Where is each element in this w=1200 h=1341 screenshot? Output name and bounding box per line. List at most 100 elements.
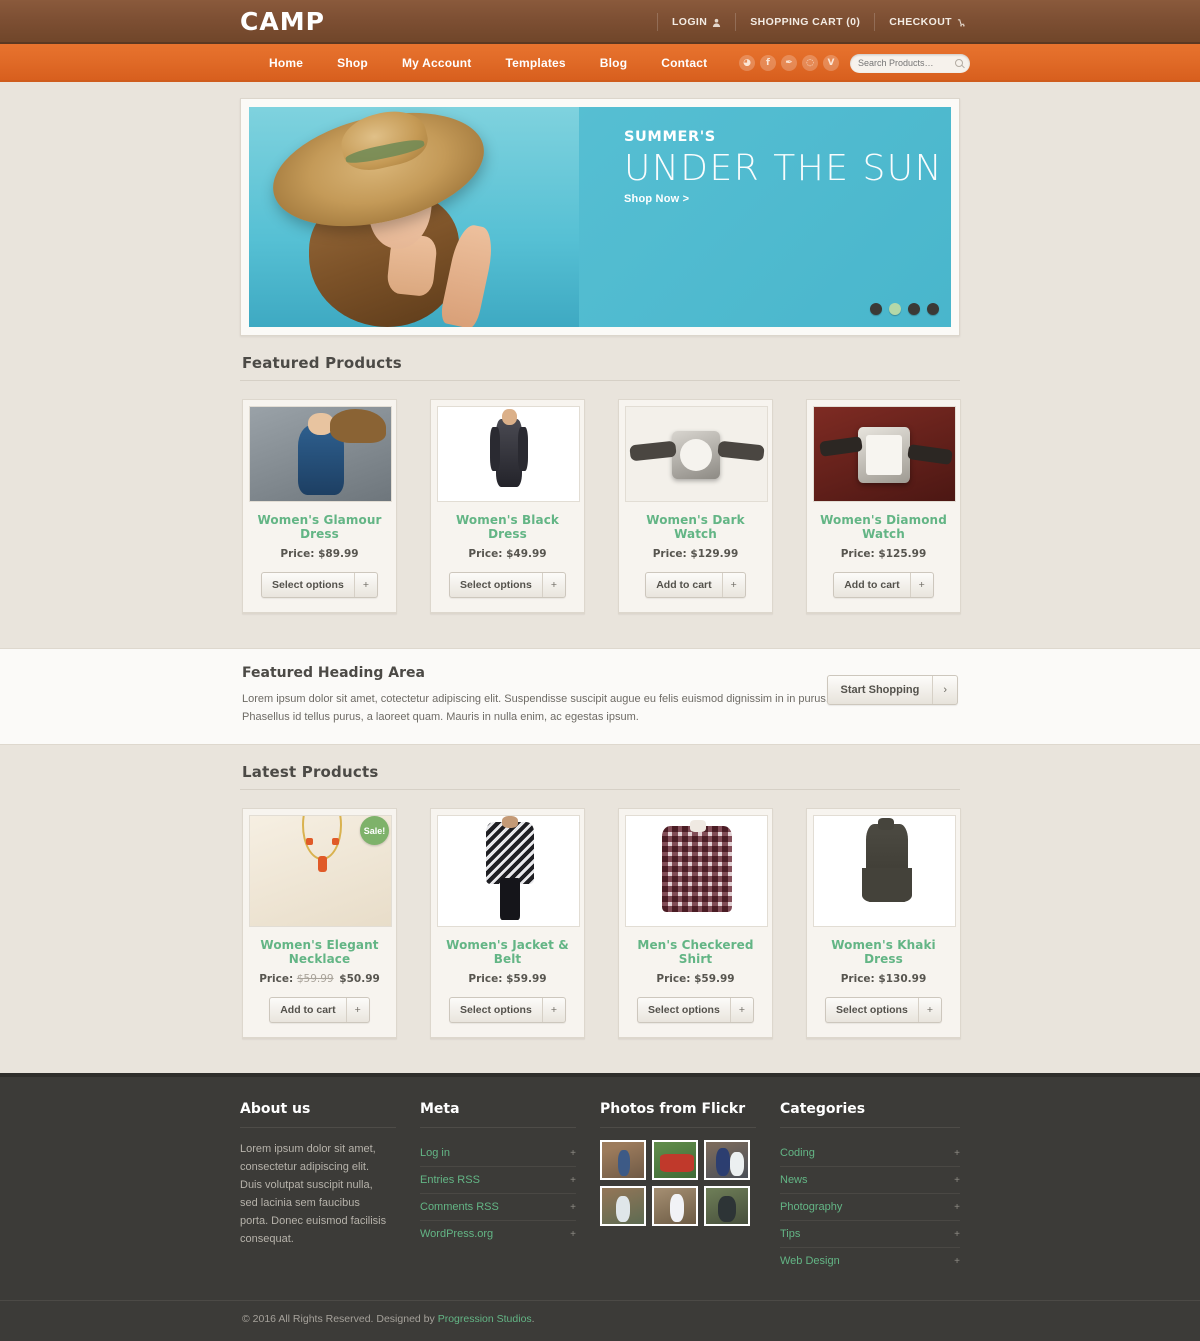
product-name[interactable]: Men's Checkered Shirt bbox=[625, 938, 766, 966]
twitter-icon[interactable]: ✒ bbox=[781, 55, 797, 71]
plus-icon[interactable]: + bbox=[353, 573, 377, 597]
plus-icon[interactable]: + bbox=[729, 998, 753, 1022]
site-logo[interactable]: CAMP bbox=[240, 7, 325, 36]
button-label: Add to cart bbox=[656, 579, 712, 591]
product-thumbnail[interactable] bbox=[625, 406, 768, 502]
plus-icon[interactable]: + bbox=[917, 998, 941, 1022]
button-label: Select options bbox=[460, 1004, 532, 1016]
search-box bbox=[850, 53, 970, 73]
meta-link-wordpress-org[interactable]: WordPress.org + bbox=[420, 1221, 576, 1247]
product-card[interactable]: Men's Checkered Shirt Price: $59.99 Sele… bbox=[618, 808, 773, 1039]
product-card[interactable]: Women's Glamour Dress Price: $89.99 Sele… bbox=[242, 399, 397, 614]
hero-cta-link[interactable]: Shop Now > bbox=[624, 193, 689, 205]
facebook-icon[interactable]: f bbox=[760, 55, 776, 71]
flickr-photo[interactable] bbox=[600, 1186, 646, 1226]
nav-item-blog[interactable]: Blog bbox=[583, 44, 644, 82]
about-text: Lorem ipsum dolor sit amet, consectetur … bbox=[240, 1143, 387, 1245]
flickr-photo[interactable] bbox=[652, 1186, 698, 1226]
nav-item-contact[interactable]: Contact bbox=[644, 44, 724, 82]
product-card[interactable]: Women's Diamond Watch Price: $125.99 Add… bbox=[806, 399, 961, 614]
button-label: Select options bbox=[460, 579, 532, 591]
vimeo-icon[interactable]: V bbox=[823, 55, 839, 71]
meta-link-label: Log in bbox=[420, 1147, 450, 1159]
featured-products-grid: Women's Glamour Dress Price: $89.99 Sele… bbox=[240, 381, 961, 614]
plus-icon[interactable]: + bbox=[541, 573, 565, 597]
product-card[interactable]: Women's Khaki Dress Price: $130.99 Selec… bbox=[806, 808, 961, 1039]
category-link-photography[interactable]: Photography + bbox=[780, 1194, 960, 1221]
add-to-cart-button[interactable]: Select options + bbox=[261, 572, 378, 598]
plus-icon[interactable]: + bbox=[345, 998, 369, 1022]
meta-link-entries-rss[interactable]: Entries RSS + bbox=[420, 1167, 576, 1194]
price-label: Price: bbox=[656, 973, 691, 985]
bullet-icon: + bbox=[954, 1255, 960, 1267]
button-label: Add to cart bbox=[280, 1004, 336, 1016]
product-name[interactable]: Women's Glamour Dress bbox=[249, 513, 390, 541]
nav-right-group: ◕ f ✒ ◌ V bbox=[739, 44, 970, 82]
flickr-photo[interactable] bbox=[704, 1186, 750, 1226]
search-input[interactable] bbox=[850, 53, 950, 73]
flickr-photo[interactable] bbox=[652, 1140, 698, 1180]
slider-dot-4[interactable] bbox=[927, 303, 939, 315]
add-to-cart-button[interactable]: Select options + bbox=[637, 997, 754, 1023]
plus-icon[interactable]: + bbox=[909, 573, 933, 597]
price-value: $59.99 bbox=[694, 973, 735, 985]
shopping-cart-link[interactable]: SHOPPING CART (0) bbox=[736, 13, 876, 31]
add-to-cart-button[interactable]: Select options + bbox=[825, 997, 942, 1023]
plus-icon[interactable]: + bbox=[721, 573, 745, 597]
nav-item-home[interactable]: Home bbox=[252, 44, 320, 82]
product-thumbnail[interactable] bbox=[249, 406, 392, 502]
product-thumbnail[interactable] bbox=[437, 406, 580, 502]
start-shopping-button[interactable]: Start Shopping › bbox=[826, 675, 958, 705]
category-link-news[interactable]: News + bbox=[780, 1167, 960, 1194]
plus-icon[interactable]: + bbox=[541, 998, 565, 1022]
product-name[interactable]: Women's Diamond Watch bbox=[813, 513, 954, 541]
nav-item-my-account[interactable]: My Account bbox=[385, 44, 489, 82]
flickr-photo[interactable] bbox=[704, 1140, 750, 1180]
rss-icon[interactable]: ◕ bbox=[739, 55, 755, 71]
hero-subtitle: SUMMER'S bbox=[624, 129, 716, 145]
product-thumbnail[interactable] bbox=[813, 815, 956, 927]
copyright-suffix: . bbox=[531, 1313, 535, 1325]
product-card[interactable]: Women's Dark Watch Price: $129.99 Add to… bbox=[618, 399, 773, 614]
price-value: $50.99 bbox=[339, 973, 380, 985]
category-link-label: Web Design bbox=[780, 1255, 840, 1267]
product-name[interactable]: Women's Dark Watch bbox=[625, 513, 766, 541]
category-link-tips[interactable]: Tips + bbox=[780, 1221, 960, 1248]
product-card[interactable]: Sale! Women's Elegant Necklace Price: $5… bbox=[242, 808, 397, 1039]
meta-link-log-in[interactable]: Log in + bbox=[420, 1140, 576, 1167]
bullet-icon: + bbox=[570, 1174, 576, 1186]
slider-dot-2[interactable] bbox=[889, 303, 901, 315]
product-card[interactable]: Women's Jacket & Belt Price: $59.99 Sele… bbox=[430, 808, 585, 1039]
product-card[interactable]: Women's Black Dress Price: $49.99 Select… bbox=[430, 399, 585, 614]
product-price: Price: $59.99 $50.99 bbox=[249, 973, 390, 985]
search-icon[interactable] bbox=[955, 58, 963, 67]
designer-link[interactable]: Progression Studios bbox=[438, 1313, 532, 1325]
featured-heading-strip: Featured Heading Area Lorem ipsum dolor … bbox=[0, 648, 1200, 745]
meta-link-comments-rss[interactable]: Comments RSS + bbox=[420, 1194, 576, 1221]
price-label: Price: bbox=[468, 548, 503, 560]
product-thumbnail[interactable] bbox=[437, 815, 580, 927]
add-to-cart-button[interactable]: Add to cart + bbox=[269, 997, 370, 1023]
login-link[interactable]: LOGIN bbox=[656, 13, 737, 31]
product-thumbnail[interactable] bbox=[625, 815, 768, 927]
product-name[interactable]: Women's Khaki Dress bbox=[813, 938, 954, 966]
slider-dot-3[interactable] bbox=[908, 303, 920, 315]
add-to-cart-button[interactable]: Add to cart + bbox=[833, 572, 934, 598]
product-thumbnail[interactable] bbox=[813, 406, 956, 502]
add-to-cart-button[interactable]: Select options + bbox=[449, 572, 566, 598]
product-name[interactable]: Women's Jacket & Belt bbox=[437, 938, 578, 966]
add-to-cart-button[interactable]: Add to cart + bbox=[645, 572, 746, 598]
product-name[interactable]: Women's Black Dress bbox=[437, 513, 578, 541]
category-link-web-design[interactable]: Web Design + bbox=[780, 1248, 960, 1274]
flickr-photo[interactable] bbox=[600, 1140, 646, 1180]
price-label: Price: bbox=[840, 973, 875, 985]
latest-products-heading: Latest Products bbox=[240, 745, 960, 790]
add-to-cart-button[interactable]: Select options + bbox=[449, 997, 566, 1023]
nav-item-templates[interactable]: Templates bbox=[489, 44, 583, 82]
category-link-coding[interactable]: Coding + bbox=[780, 1140, 960, 1167]
checkout-link[interactable]: CHECKOUT bbox=[875, 13, 970, 31]
dribbble-icon[interactable]: ◌ bbox=[802, 55, 818, 71]
product-name[interactable]: Women's Elegant Necklace bbox=[249, 938, 390, 966]
nav-item-shop[interactable]: Shop bbox=[320, 44, 385, 82]
slider-dot-1[interactable] bbox=[870, 303, 882, 315]
